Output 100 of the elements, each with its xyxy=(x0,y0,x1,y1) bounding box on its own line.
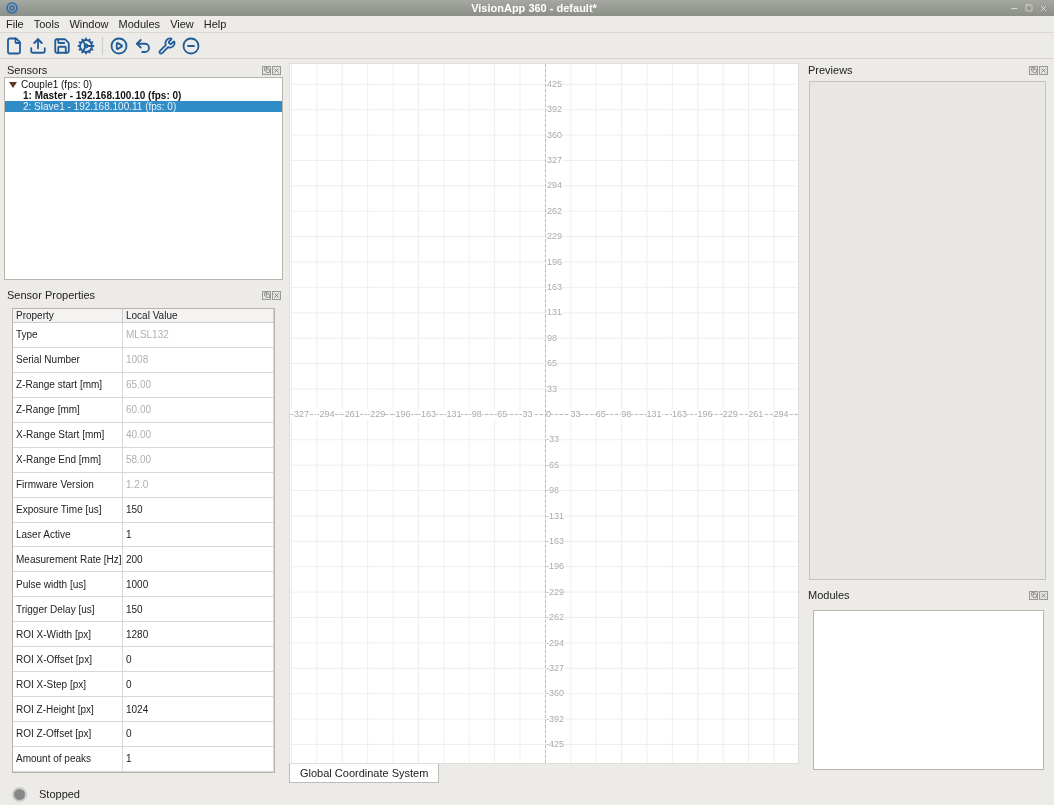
axis-tick-label: 425 xyxy=(547,78,563,89)
table-cell[interactable]: 1280 xyxy=(123,622,274,647)
axis-tick-label: -392 xyxy=(546,713,564,724)
axis-tick-label: 360 xyxy=(547,129,563,140)
panel-title: Sensors xyxy=(7,64,48,76)
window-title: VisionApp 360 - default* xyxy=(470,2,598,14)
table-cell[interactable]: 1000 xyxy=(123,572,274,597)
menu-item[interactable]: Help xyxy=(203,18,227,30)
table-cell: Z-Range [mm] xyxy=(13,397,123,422)
panel-title: Sensor Properties xyxy=(7,289,96,301)
play-button[interactable] xyxy=(109,35,129,56)
table-cell: ROI X-Step [px] xyxy=(13,672,123,697)
table-cell: X-Range End [mm] xyxy=(13,447,123,472)
axis-tick-label: -65 xyxy=(494,409,508,419)
axis-tick-label: -65 xyxy=(546,459,559,470)
axis-tick-label: -294 xyxy=(316,409,335,419)
table-cell[interactable]: 1 xyxy=(123,522,274,547)
axis-tick-label: -33 xyxy=(519,409,533,419)
table-cell: Type xyxy=(13,323,123,347)
axis-tick-label: -98 xyxy=(546,485,559,496)
axis-tick-label: -425 xyxy=(546,739,564,750)
float-button[interactable] xyxy=(1029,65,1038,75)
table-cell[interactable]: 0 xyxy=(123,722,274,746)
maximize-icon[interactable] xyxy=(1025,3,1033,12)
axis-tick-label: -262 xyxy=(546,612,564,623)
table-cell[interactable]: 0 xyxy=(123,647,274,672)
table-cell: Laser Active xyxy=(13,522,123,547)
panel-title: Modules xyxy=(808,589,850,601)
close-button[interactable] xyxy=(272,65,281,75)
axis-tick-label: 65 xyxy=(595,409,606,419)
close-icon[interactable] xyxy=(1039,3,1048,13)
table-cell: Amount of peaks xyxy=(13,746,123,771)
table-cell: Trigger Delay [us] xyxy=(13,597,123,622)
axis-tick-label: -327 xyxy=(546,663,564,673)
axis-tick-label: 98 xyxy=(547,332,557,343)
table-cell: ROI Z-Offset [px] xyxy=(13,722,123,746)
axis-tick-label: 131 xyxy=(547,307,563,318)
document-button[interactable] xyxy=(4,35,24,56)
table-cell: ROI Z-Height [px] xyxy=(13,697,123,721)
axis-tick-label: -131 xyxy=(546,510,564,521)
axis-tick-label: -163 xyxy=(546,536,564,546)
axis-tick-label: 0 xyxy=(546,409,551,419)
axis-tick-label: 163 xyxy=(547,282,563,292)
axis-tick-label: 196 xyxy=(547,256,563,267)
table-cell[interactable]: 1 xyxy=(123,746,274,771)
status-text: Stopped xyxy=(39,788,80,800)
table-cell: Pulse width [us] xyxy=(13,572,123,597)
axis-tick-label: -360 xyxy=(546,688,564,699)
axis-tick-label: 294 xyxy=(773,409,789,419)
menu-item[interactable]: View xyxy=(170,18,194,30)
axis-tick-label: 261 xyxy=(748,409,764,419)
float-button[interactable] xyxy=(1029,590,1038,600)
axis-tick-label: -98 xyxy=(468,409,482,419)
close-button[interactable] xyxy=(272,290,281,300)
tree-item[interactable]: 1: Master - 192.168.100.10 (fps: 0) xyxy=(5,90,282,101)
column-header: Local Value xyxy=(123,309,274,322)
gears-button[interactable] xyxy=(76,35,96,56)
axis-tick-label: -229 xyxy=(546,586,564,597)
table-cell: ROI X-Offset [px] xyxy=(13,647,123,672)
axis-tick-label: 262 xyxy=(547,205,563,216)
table-cell: Firmware Version xyxy=(13,472,123,497)
table-cell[interactable]: 150 xyxy=(123,597,274,622)
tab[interactable]: Global Coordinate System xyxy=(289,764,440,783)
tree-item[interactable]: Couple1 (fps: 0) xyxy=(5,79,282,90)
tools-button[interactable] xyxy=(157,35,177,56)
axis-tick-label: -327 xyxy=(291,409,309,419)
axis-tick-label: 229 xyxy=(547,231,563,242)
menu-item[interactable]: Modules xyxy=(118,18,161,30)
table-cell[interactable]: 200 xyxy=(123,547,274,572)
table-cell: Exposure Time [us] xyxy=(13,497,123,522)
axis-tick-label: 229 xyxy=(722,409,738,419)
expand-arrow-icon[interactable] xyxy=(9,80,17,89)
table-cell: X-Range Start [mm] xyxy=(13,422,123,447)
save-button[interactable] xyxy=(52,35,72,56)
axis-tick-label: 327 xyxy=(547,155,563,165)
float-button[interactable] xyxy=(262,290,271,300)
upload-button[interactable] xyxy=(28,35,48,56)
close-button[interactable] xyxy=(1039,65,1048,75)
app-logo-icon xyxy=(6,2,18,14)
axis-tick-label: 163 xyxy=(672,409,688,419)
axis-tick-label: 392 xyxy=(547,104,563,115)
axis-tick-label: -163 xyxy=(418,409,436,419)
table-cell[interactable]: 150 xyxy=(123,497,274,522)
table-cell[interactable]: 0 xyxy=(123,672,274,697)
axis-tick-label: -294 xyxy=(546,637,564,648)
table-cell: Serial Number xyxy=(13,347,123,372)
minus-circle-button[interactable] xyxy=(181,35,201,56)
close-button[interactable] xyxy=(1039,590,1048,600)
axis-tick-label: 294 xyxy=(547,180,563,191)
axis-tick-label: 65 xyxy=(547,358,557,369)
axis-tick-label: -261 xyxy=(341,409,360,419)
axis-tick-label: -196 xyxy=(546,561,564,572)
axis-tick-label: 196 xyxy=(697,409,713,419)
float-button[interactable] xyxy=(262,65,271,75)
menu-item[interactable]: Tools xyxy=(33,18,60,30)
table-cell[interactable]: 1024 xyxy=(123,697,274,721)
table-cell: ROI X-Width [px] xyxy=(13,622,123,647)
menu-item[interactable]: Window xyxy=(69,18,109,30)
column-header: Property xyxy=(13,309,123,322)
menu-item[interactable]: File xyxy=(6,18,24,30)
